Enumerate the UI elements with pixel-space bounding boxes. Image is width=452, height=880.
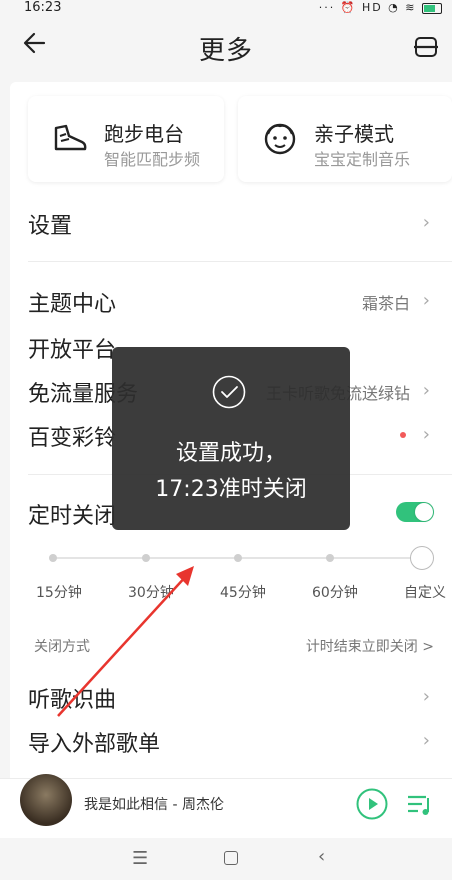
notification-dot — [400, 432, 406, 438]
tick-label: 30分钟 — [128, 585, 174, 601]
timer-toggle[interactable] — [396, 502, 434, 522]
check-circle-icon — [212, 375, 246, 409]
chevron-right-icon: › — [422, 686, 430, 707]
status-time: 16:23 — [24, 0, 62, 15]
chevron-right-icon: › — [422, 380, 430, 401]
closing-mode-value[interactable]: 计时结束立即关闭 > — [306, 636, 434, 656]
running-radio-card[interactable]: 跑步电台 智能匹配步频 — [28, 96, 224, 182]
row-label: 听歌识曲 — [28, 688, 117, 713]
tick-label: 15分钟 — [36, 585, 82, 601]
slider-stop-60[interactable] — [326, 554, 334, 562]
status-bar: 16:23 ··· ⏰ HD ◔ ≋ — [0, 0, 452, 18]
row-label: 百变彩铃 — [28, 426, 117, 451]
nav-back-icon[interactable]: ‹ — [318, 846, 325, 867]
play-icon[interactable] — [356, 788, 388, 820]
parent-child-card[interactable]: 亲子模式 宝宝定制音乐 — [238, 96, 452, 182]
card-title: 亲子模式 — [314, 122, 394, 146]
song-title[interactable]: 我是如此相信 - 周杰伦 — [84, 794, 224, 814]
menu-icon[interactable]: ☰ — [132, 848, 148, 869]
toast-line-1: 设置成功， — [175, 441, 286, 466]
slider-stop-30[interactable] — [142, 554, 150, 562]
home-icon[interactable] — [224, 851, 238, 865]
tick-label: 60分钟 — [312, 585, 358, 601]
toggle-knob — [415, 503, 433, 521]
scan-icon[interactable] — [414, 36, 438, 58]
card-title: 跑步电台 — [104, 122, 184, 146]
page-title: 更多 — [198, 36, 253, 66]
baby-face-icon — [264, 123, 296, 155]
chevron-right-icon: › — [422, 290, 430, 311]
settings-row[interactable]: 设置 › — [28, 208, 432, 242]
tick-label: 45分钟 — [220, 585, 266, 601]
row-label: 主题中心 — [28, 292, 117, 317]
import-playlist-row[interactable]: 导入外部歌单 › — [28, 726, 432, 760]
chevron-right-icon: › — [422, 424, 430, 445]
theme-center-row[interactable]: 主题中心 霜茶白 › — [28, 286, 432, 320]
row-label: 定时关闭 — [28, 504, 117, 529]
success-toast: 设置成功， 17:23准时关闭 — [112, 347, 350, 530]
row-label: 设置 — [28, 214, 73, 239]
row-label: 开放平台 — [28, 338, 117, 363]
playlist-icon[interactable] — [406, 792, 434, 818]
divider — [28, 261, 452, 262]
chevron-right-icon: › — [422, 730, 430, 751]
battery-icon — [422, 2, 442, 14]
chevron-right-icon: › — [422, 212, 430, 233]
slider-thumb[interactable] — [410, 546, 434, 570]
row-label: 导入外部歌单 — [28, 732, 161, 757]
closing-mode-label: 关闭方式 — [34, 639, 90, 655]
running-shoe-icon — [54, 124, 87, 151]
song-identify-row[interactable]: 听歌识曲 › — [28, 682, 432, 716]
slider-stop-45[interactable] — [234, 554, 242, 562]
toast-line-2: 17:23准时关闭 — [155, 477, 307, 502]
card-subtitle: 智能匹配步频 — [104, 150, 201, 169]
status-icons: ··· ⏰ HD ◔ ≋ — [319, 1, 442, 14]
row-value: 霜茶白 — [361, 294, 410, 313]
slider-stop-15[interactable] — [49, 554, 57, 562]
album-cover[interactable] — [20, 774, 72, 826]
tick-label[interactable]: 自定义 — [404, 582, 446, 602]
card-subtitle: 宝宝定制音乐 — [314, 150, 411, 169]
